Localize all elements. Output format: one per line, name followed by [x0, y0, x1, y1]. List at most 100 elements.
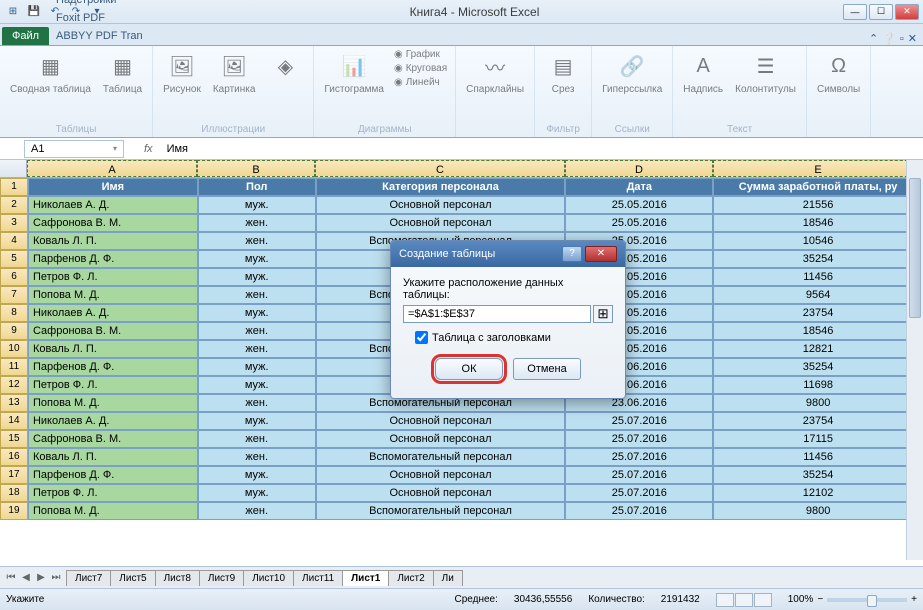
ribbon-small-button[interactable]: ◉Круговая	[392, 62, 449, 75]
close-workbook-icon[interactable]: ✕	[908, 32, 917, 45]
page-break-view-button[interactable]	[754, 593, 772, 607]
normal-view-button[interactable]	[716, 593, 734, 607]
data-cell[interactable]: Парфенов Д. Ф.	[28, 250, 198, 268]
column-header[interactable]: A	[27, 160, 197, 177]
row-header[interactable]: 4	[0, 232, 28, 250]
row-header[interactable]: 18	[0, 484, 28, 502]
data-cell[interactable]: Коваль Л. П.	[28, 232, 198, 250]
data-cell[interactable]: 18546	[713, 322, 923, 340]
column-header[interactable]: D	[565, 160, 713, 177]
formula-input[interactable]: Имя	[161, 141, 923, 157]
ribbon-tab[interactable]: ABBYY PDF Tran	[49, 27, 150, 45]
data-cell[interactable]: 9564	[713, 286, 923, 304]
row-header[interactable]: 16	[0, 448, 28, 466]
ribbon-button[interactable]: 📊Гистограмма	[320, 48, 388, 97]
ribbon-button[interactable]: ▦Таблица	[99, 48, 146, 97]
dialog-close-button[interactable]: ✕	[585, 246, 617, 262]
row-header[interactable]: 13	[0, 394, 28, 412]
row-header[interactable]: 1	[0, 178, 28, 196]
sheet-tab[interactable]: Лист2	[388, 570, 433, 586]
data-cell[interactable]: Николаев А. Д.	[28, 196, 198, 214]
vertical-scrollbar[interactable]	[906, 160, 923, 560]
data-cell[interactable]: Николаев А. Д.	[28, 412, 198, 430]
ribbon-small-button[interactable]: ◉Линейч	[392, 76, 449, 89]
data-cell[interactable]: жен.	[198, 322, 316, 340]
ribbon-tab[interactable]: Надстройки	[49, 0, 150, 9]
data-cell[interactable]: 25.07.2016	[565, 430, 713, 448]
ribbon-button[interactable]: 〰Спарклайны	[462, 48, 528, 97]
data-cell[interactable]: Сафронова В. М.	[28, 430, 198, 448]
ribbon-small-button[interactable]: ◉График	[392, 48, 449, 61]
excel-icon[interactable]: ⊞	[4, 3, 22, 21]
ribbon-button[interactable]: ◈	[263, 48, 307, 86]
data-cell[interactable]: 9800	[713, 394, 923, 412]
header-cell[interactable]: Пол	[198, 178, 316, 196]
ribbon-button[interactable]: ☰Колонтитулы	[731, 48, 800, 97]
ribbon-button[interactable]: 🖼Рисунок	[159, 48, 205, 97]
data-cell[interactable]: жен.	[198, 448, 316, 466]
ribbon-button[interactable]: ▦Сводная таблица	[6, 48, 95, 97]
data-cell[interactable]: Вспомогательный персонал	[316, 448, 566, 466]
header-cell[interactable]: Дата	[565, 178, 713, 196]
data-cell[interactable]: жен.	[198, 394, 316, 412]
headers-checkbox-label[interactable]: Таблица с заголовками	[432, 332, 551, 344]
save-icon[interactable]: 💾	[25, 3, 43, 21]
row-header[interactable]: 17	[0, 466, 28, 484]
data-cell[interactable]: муж.	[198, 376, 316, 394]
data-cell[interactable]: жен.	[198, 232, 316, 250]
data-cell[interactable]: Сафронова В. М.	[28, 322, 198, 340]
file-tab[interactable]: Файл	[2, 27, 49, 45]
header-cell[interactable]: Сумма заработной платы, ру	[713, 178, 923, 196]
row-header[interactable]: 5	[0, 250, 28, 268]
data-cell[interactable]: 35254	[713, 250, 923, 268]
data-cell[interactable]: муж.	[198, 484, 316, 502]
ribbon-button[interactable]: 🖼Картинка	[209, 48, 260, 97]
range-selector-button[interactable]: ⊞	[593, 305, 613, 323]
sheet-first-icon[interactable]: ⏮	[4, 572, 18, 583]
data-cell[interactable]: муж.	[198, 304, 316, 322]
row-header[interactable]: 6	[0, 268, 28, 286]
data-cell[interactable]: 11456	[713, 268, 923, 286]
zoom-in-icon[interactable]: +	[911, 594, 917, 605]
close-button[interactable]: ✕	[895, 4, 919, 20]
data-cell[interactable]: 11456	[713, 448, 923, 466]
data-cell[interactable]: муж.	[198, 466, 316, 484]
data-cell[interactable]: Основной персонал	[316, 214, 566, 232]
data-cell[interactable]: 18546	[713, 214, 923, 232]
row-header[interactable]: 11	[0, 358, 28, 376]
maximize-button[interactable]: ☐	[869, 4, 893, 20]
data-cell[interactable]: 12102	[713, 484, 923, 502]
zoom-value[interactable]: 100%	[788, 594, 814, 605]
sheet-tab[interactable]: Ли	[433, 570, 463, 586]
sheet-last-icon[interactable]: ⏭	[49, 572, 63, 583]
data-cell[interactable]: Петров Ф. Л.	[28, 268, 198, 286]
data-cell[interactable]: Парфенов Д. Ф.	[28, 358, 198, 376]
data-cell[interactable]: 17115	[713, 430, 923, 448]
data-cell[interactable]: 35254	[713, 466, 923, 484]
headers-checkbox[interactable]	[415, 331, 428, 344]
data-cell[interactable]: Коваль Л. П.	[28, 448, 198, 466]
help-icon[interactable]: ❔	[882, 32, 896, 45]
data-cell[interactable]: 23754	[713, 412, 923, 430]
data-cell[interactable]: Основной персонал	[316, 196, 566, 214]
row-header[interactable]: 12	[0, 376, 28, 394]
cancel-button[interactable]: Отмена	[513, 358, 581, 380]
row-header[interactable]: 8	[0, 304, 28, 322]
data-cell[interactable]: муж.	[198, 268, 316, 286]
select-all-corner[interactable]	[0, 160, 27, 177]
fx-icon[interactable]: fx	[136, 143, 161, 155]
sheet-tab[interactable]: Лист9	[199, 570, 244, 586]
data-cell[interactable]: жен.	[198, 502, 316, 520]
column-header[interactable]: C	[315, 160, 565, 177]
data-cell[interactable]: 25.05.2016	[565, 214, 713, 232]
ok-button[interactable]: ОК	[435, 358, 503, 380]
dialog-help-button[interactable]: ?	[562, 246, 582, 262]
data-cell[interactable]: 25.07.2016	[565, 448, 713, 466]
row-header[interactable]: 9	[0, 322, 28, 340]
name-box[interactable]: A1	[24, 140, 124, 158]
data-cell[interactable]: Петров Ф. Л.	[28, 484, 198, 502]
data-cell[interactable]: муж.	[198, 250, 316, 268]
sheet-tab[interactable]: Лист1	[342, 570, 389, 586]
data-cell[interactable]: 11698	[713, 376, 923, 394]
data-cell[interactable]: 25.07.2016	[565, 412, 713, 430]
